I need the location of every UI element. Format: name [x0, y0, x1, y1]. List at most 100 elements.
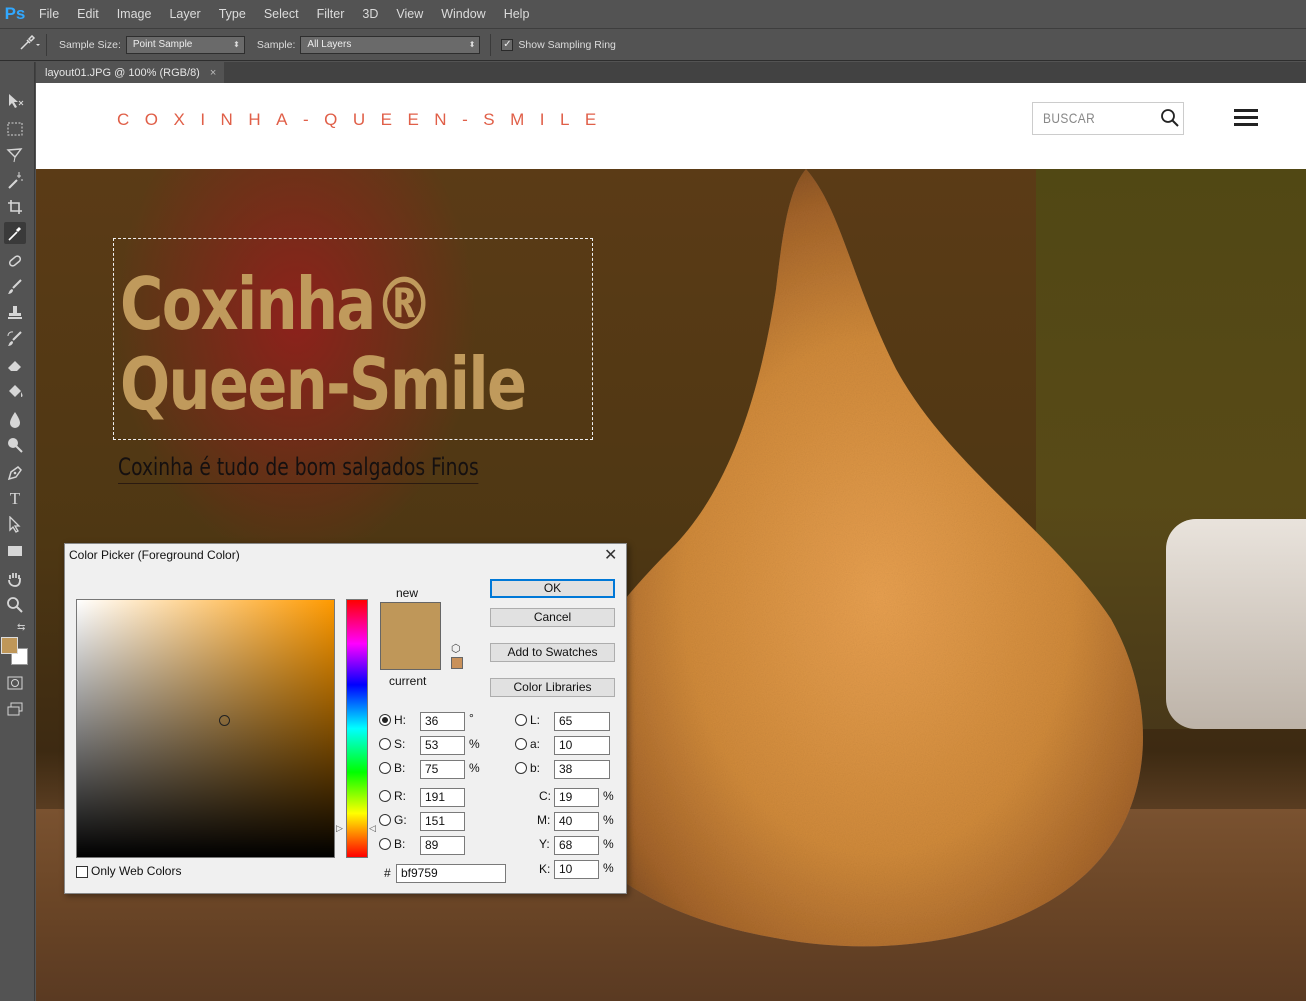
document-tab[interactable]: layout01.JPG @ 100% (RGB/8) × [36, 62, 224, 83]
web-safe-color-swatch[interactable] [451, 657, 463, 669]
history-brush-icon[interactable] [4, 328, 26, 350]
close-icon[interactable]: ✕ [604, 545, 617, 565]
add-to-swatches-button[interactable]: Add to Swatches [490, 643, 615, 662]
menu-image[interactable]: Image [108, 0, 161, 28]
current-color-swatch[interactable] [380, 636, 441, 670]
menu-select[interactable]: Select [255, 0, 308, 28]
red-input[interactable]: 191 [420, 788, 465, 807]
green-input[interactable]: 151 [420, 812, 465, 831]
menu-file[interactable]: File [30, 0, 68, 28]
blue-radio[interactable] [379, 838, 391, 850]
lightness-radio[interactable] [515, 714, 527, 726]
menu-bar: Ps File Edit Image Layer Type Select Fil… [0, 0, 1306, 28]
hue-unit: ° [469, 711, 474, 725]
dialog-title: Color Picker (Foreground Color) [69, 548, 240, 562]
pen-icon[interactable] [4, 462, 26, 484]
lightness-label: L: [530, 713, 541, 727]
red-label: R: [394, 789, 406, 803]
a-channel-input[interactable]: 10 [554, 736, 610, 755]
menu-window[interactable]: Window [432, 0, 494, 28]
hue-radio[interactable] [379, 714, 391, 726]
quick-mask-icon[interactable] [4, 672, 26, 694]
magenta-input[interactable]: 40 [554, 812, 599, 831]
sample-size-select[interactable]: Point Sample ⬍ [125, 35, 245, 54]
dodge-icon[interactable] [4, 434, 26, 456]
black-input[interactable]: 10 [554, 860, 599, 879]
sample-value: All Layers [307, 38, 352, 50]
photoshop-logo: Ps [4, 4, 26, 23]
color-field-cursor[interactable] [219, 715, 230, 726]
hex-input[interactable]: bf9759 [396, 864, 506, 883]
healing-brush-icon[interactable] [4, 250, 26, 272]
eyedropper-tool-icon[interactable] [4, 222, 26, 244]
hue-slider-left-arrow-icon[interactable]: ▷ [336, 823, 343, 834]
hue-label: H: [394, 713, 406, 727]
rectangle-icon[interactable] [4, 540, 26, 562]
menu-type[interactable]: Type [210, 0, 255, 28]
yellow-label: Y: [539, 837, 550, 851]
path-selection-icon[interactable] [4, 514, 26, 536]
menu-3d[interactable]: 3D [353, 0, 387, 28]
hue-slider[interactable] [346, 599, 368, 858]
magenta-label: M: [537, 813, 551, 827]
menu-filter[interactable]: Filter [308, 0, 354, 28]
saturation-radio[interactable] [379, 738, 391, 750]
sample-select[interactable]: All Layers ⬍ [300, 35, 481, 54]
screen-mode-icon[interactable] [4, 698, 26, 720]
divider [490, 33, 492, 56]
only-web-colors-checkbox[interactable] [76, 866, 88, 878]
sample-size-value: Point Sample [132, 38, 193, 50]
clone-stamp-icon[interactable] [4, 302, 26, 324]
crop-icon[interactable] [4, 196, 26, 218]
type-icon[interactable]: T [4, 488, 26, 510]
menu-edit[interactable]: Edit [68, 0, 108, 28]
color-libraries-button[interactable]: Color Libraries [490, 678, 615, 697]
only-web-colors-label: Only Web Colors [91, 864, 182, 878]
hue-slider-right-arrow-icon[interactable]: ◁ [369, 823, 376, 834]
eraser-icon[interactable] [4, 354, 26, 376]
swap-colors-icon[interactable]: ⇆ [17, 622, 25, 633]
hamburger-menu-icon [1234, 109, 1260, 127]
close-tab-icon[interactable]: × [210, 67, 216, 79]
lasso-icon[interactable] [4, 144, 26, 166]
cyan-label: C: [539, 789, 551, 803]
ok-button[interactable]: OK [490, 579, 615, 598]
tool-preset-eyedropper-icon[interactable] [18, 34, 44, 54]
cancel-button[interactable]: Cancel [490, 608, 615, 627]
green-radio[interactable] [379, 814, 391, 826]
blue-label: B: [394, 837, 406, 851]
color-field[interactable] [76, 599, 335, 858]
saturation-input[interactable]: 53 [420, 736, 465, 755]
brightness-input[interactable]: 75 [420, 760, 465, 779]
b-channel-radio[interactable] [515, 762, 527, 774]
document-tab-title: layout01.JPG @ 100% (RGB/8) [45, 66, 200, 79]
hue-input[interactable]: 36 [420, 712, 465, 731]
lightness-input[interactable]: 65 [554, 712, 610, 731]
cyan-input[interactable]: 19 [554, 788, 599, 807]
magic-wand-icon[interactable] [4, 170, 26, 192]
hand-icon[interactable] [4, 568, 26, 590]
yellow-input[interactable]: 68 [554, 836, 599, 855]
red-radio[interactable] [379, 790, 391, 802]
a-channel-radio[interactable] [515, 738, 527, 750]
move-icon[interactable] [4, 90, 26, 112]
brush-icon[interactable] [4, 276, 26, 298]
blue-input[interactable]: 89 [420, 836, 465, 855]
menu-layer[interactable]: Layer [160, 0, 209, 28]
show-sampling-ring-checkbox[interactable]: ✓ [501, 38, 514, 51]
brightness-radio[interactable] [379, 762, 391, 774]
divider [46, 33, 47, 56]
hero-subtitle: Coxinha é tudo de bom salgados Finos [118, 453, 479, 484]
foreground-color-swatch-top [1, 637, 18, 654]
magenta-unit: % [603, 813, 614, 827]
b-channel-input[interactable]: 38 [554, 760, 610, 779]
coxinha-photo [554, 169, 1144, 947]
paint-bucket-icon[interactable] [4, 380, 26, 402]
zoom-icon[interactable] [4, 594, 26, 616]
menu-help[interactable]: Help [495, 0, 539, 28]
site-search-input: BUSCAR [1032, 102, 1184, 135]
blur-icon[interactable] [4, 408, 26, 430]
web-safe-cube-icon[interactable]: ⬡ [451, 642, 461, 655]
menu-view[interactable]: View [387, 0, 432, 28]
marquee-icon[interactable] [4, 118, 26, 140]
